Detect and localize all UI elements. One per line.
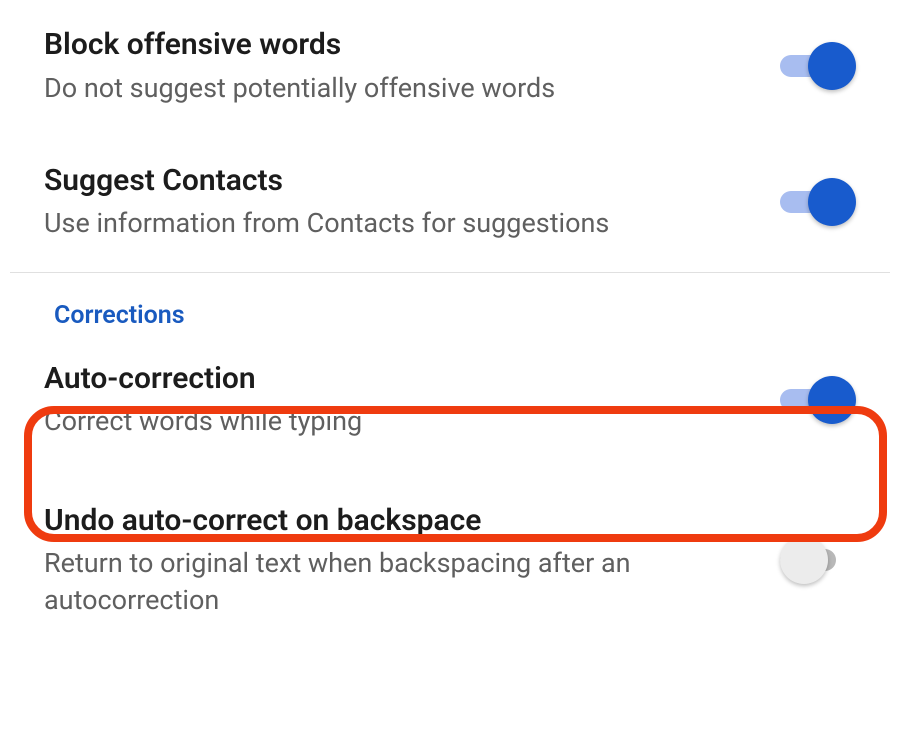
setting-auto-correction[interactable]: Auto-correction Correct words while typi… xyxy=(10,334,890,470)
setting-block-offensive-words[interactable]: Block offensive words Do not suggest pot… xyxy=(10,0,890,136)
toggle-auto-correction[interactable] xyxy=(780,376,856,424)
toggle-thumb xyxy=(808,42,856,90)
toggle-thumb xyxy=(808,376,856,424)
setting-title: Auto-correction xyxy=(44,360,740,398)
setting-text: Auto-correction Correct words while typi… xyxy=(44,360,780,440)
toggle-thumb xyxy=(780,536,828,584)
setting-title: Block offensive words xyxy=(44,26,740,64)
setting-title: Suggest Contacts xyxy=(44,162,740,200)
setting-text: Block offensive words Do not suggest pot… xyxy=(44,26,780,106)
setting-subtitle: Correct words while typing xyxy=(44,403,740,439)
setting-text: Undo auto-correct on backspace Return to… xyxy=(44,502,780,618)
setting-undo-auto-correct[interactable]: Undo auto-correct on backspace Return to… xyxy=(10,470,890,648)
setting-text: Suggest Contacts Use information from Co… xyxy=(44,162,780,242)
settings-list: Block offensive words Do not suggest pot… xyxy=(0,0,900,648)
toggle-block-offensive-words[interactable] xyxy=(780,42,856,90)
section-header-corrections: Corrections xyxy=(10,273,890,334)
setting-subtitle: Do not suggest potentially offensive wor… xyxy=(44,70,740,106)
setting-title: Undo auto-correct on backspace xyxy=(44,502,740,540)
setting-subtitle: Return to original text when backspacing… xyxy=(44,545,740,618)
setting-suggest-contacts[interactable]: Suggest Contacts Use information from Co… xyxy=(10,136,890,272)
toggle-suggest-contacts[interactable] xyxy=(780,178,856,226)
toggle-thumb xyxy=(808,178,856,226)
toggle-undo-auto-correct[interactable] xyxy=(780,536,856,584)
setting-subtitle: Use information from Contacts for sugges… xyxy=(44,205,740,241)
